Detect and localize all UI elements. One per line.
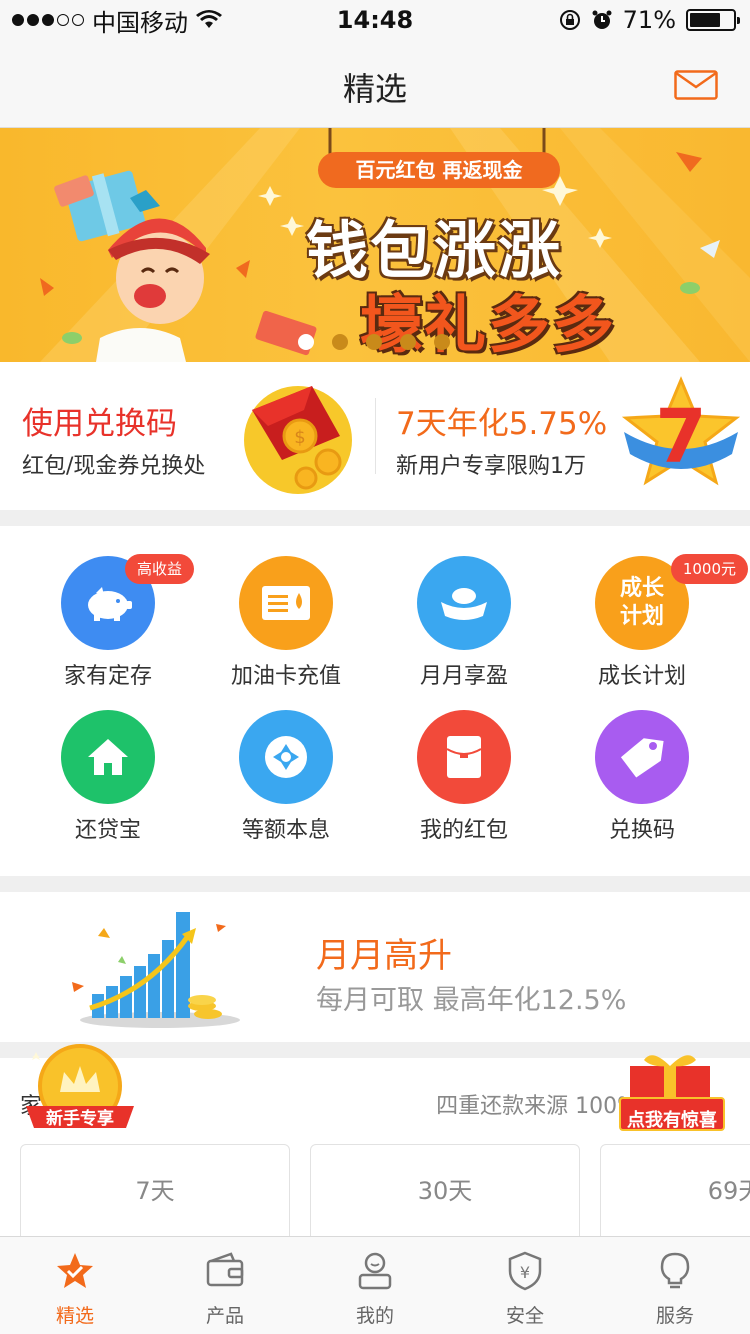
tab-item[interactable]: 我的 [300, 1237, 450, 1334]
rotation-lock-icon [559, 10, 580, 30]
shield-icon: ¥ [505, 1251, 545, 1291]
carousel-dot[interactable] [434, 334, 450, 350]
grid-item[interactable]: 等额本息 [196, 680, 376, 843]
status-bar: 中国移动 14:48 71% [0, 0, 750, 40]
new-user-subtitle: 新用户专享限购1万 [396, 454, 586, 479]
grid-item[interactable]: 还贷宝 [18, 680, 198, 843]
carousel-dot[interactable] [298, 334, 314, 350]
grid-item-label: 等额本息 [241, 818, 330, 843]
tab-item[interactable]: 服务 [600, 1237, 750, 1334]
new-user-promo[interactable]: 7天年化5.75% 新用户专享限购1万 7 [375, 362, 750, 510]
grid-item[interactable]: 月月享盈 [374, 526, 554, 689]
svg-text:$: $ [294, 427, 305, 448]
page-title: 精选 [342, 70, 407, 108]
surprise-gift-badge[interactable]: 点我有惊喜 [616, 1048, 728, 1138]
grid-item-badge: 高收益 [124, 554, 194, 584]
tab-label: 服务 [655, 1305, 694, 1327]
carousel-dot[interactable] [366, 334, 382, 350]
tab-label: 安全 [505, 1305, 544, 1327]
status-right: 71% [559, 6, 740, 34]
gold-ingot-icon [417, 556, 511, 650]
grid-item[interactable]: 家有定存 高收益 [18, 526, 198, 689]
promo-row: 使用兑换码 红包/现金券兑换处 $ 7天年化5.75% 新用户专享限购1万 7 [0, 362, 750, 510]
grid-item[interactable]: 兑换码 [552, 680, 732, 843]
grid-item[interactable]: 加油卡充值 [196, 526, 376, 689]
new-user-title: 7天年化5.75% [396, 406, 608, 442]
growth-chart-illustration [72, 912, 240, 1028]
tab-item[interactable]: 精选 [0, 1237, 150, 1334]
gift-badge-label: 点我有惊喜 [627, 1110, 717, 1131]
nav-bar: 精选 [0, 40, 750, 128]
tag-icon [595, 710, 689, 804]
tab-item[interactable]: 产品 [150, 1237, 300, 1334]
feature-subtitle: 每月可取 最高年化12.5% [316, 985, 627, 1016]
growth-plan-icon-text: 成长计划 [619, 576, 664, 629]
redeem-code-title: 使用兑换码 [22, 406, 177, 442]
carousel-dot[interactable] [400, 334, 416, 350]
svg-text:7: 7 [655, 394, 707, 480]
svg-text:¥: ¥ [520, 1263, 530, 1282]
mail-icon[interactable] [674, 70, 718, 100]
section-tagline: 四重还款来源 100% [436, 1094, 638, 1119]
grid-item-badge: 1000元 [670, 554, 748, 584]
grid-item[interactable]: 成长计划 成长计划 1000元 [552, 526, 748, 689]
star-icon [55, 1251, 95, 1291]
home-icon [61, 710, 155, 804]
feature-banner[interactable]: 月月高升 每月可取 最高年化12.5% [0, 892, 750, 1042]
lightbulb-icon [655, 1251, 695, 1291]
function-grid: 家有定存 高收益 加油卡充值 月月享盈 成长计划 成长计划 1000元还贷宝 等额本息 我的红包… [0, 526, 750, 876]
tab-bar: 精选 产品 我的 ¥ 安全 服务 [0, 1236, 750, 1334]
battery-icon [686, 9, 740, 31]
redeem-code-subtitle: 红包/现金券兑换处 [22, 454, 206, 479]
battery-percent: 71% [622, 6, 676, 34]
grid-item-label: 还贷宝 [74, 818, 141, 843]
wallet-icon [205, 1251, 245, 1291]
tab-label: 精选 [55, 1305, 94, 1327]
app-screen: 中国移动 14:48 71% 精选 百元红包 再返现金 钱包涨涨 壕礼多多 使用… [0, 0, 750, 1334]
tab-item[interactable]: ¥ 安全 [450, 1237, 600, 1334]
banner-pill: 百元红包 再返现金 [318, 152, 560, 188]
user-icon [355, 1251, 395, 1291]
redeem-code-promo[interactable]: 使用兑换码 红包/现金券兑换处 $ [0, 362, 375, 510]
carousel-indicators[interactable] [298, 334, 450, 350]
compass-icon [239, 710, 333, 804]
promo-banner[interactable]: 百元红包 再返现金 钱包涨涨 壕礼多多 [0, 128, 750, 362]
seven-star-icon: 7 [621, 376, 741, 486]
fuel-card-icon [239, 556, 333, 650]
novice-badge-label: 新手专享 [46, 1109, 114, 1129]
grid-item-label: 我的红包 [419, 818, 508, 843]
tab-label: 产品 [205, 1305, 244, 1327]
alarm-icon [592, 10, 612, 29]
red-envelope-coins-icon: $ [244, 386, 352, 494]
product-term: 7天 [135, 1177, 175, 1205]
battery-fill [690, 13, 720, 27]
novice-badge[interactable]: 新手专享 [22, 1044, 138, 1140]
red-envelope-icon [417, 710, 511, 804]
carousel-dot[interactable] [332, 334, 348, 350]
grid-item-label: 兑换码 [608, 818, 675, 843]
feature-title: 月月高升 [316, 936, 452, 976]
product-term: 69天 [707, 1177, 750, 1205]
product-term: 30天 [417, 1177, 473, 1205]
tab-label: 我的 [355, 1305, 394, 1327]
grid-item[interactable]: 我的红包 [374, 680, 554, 843]
